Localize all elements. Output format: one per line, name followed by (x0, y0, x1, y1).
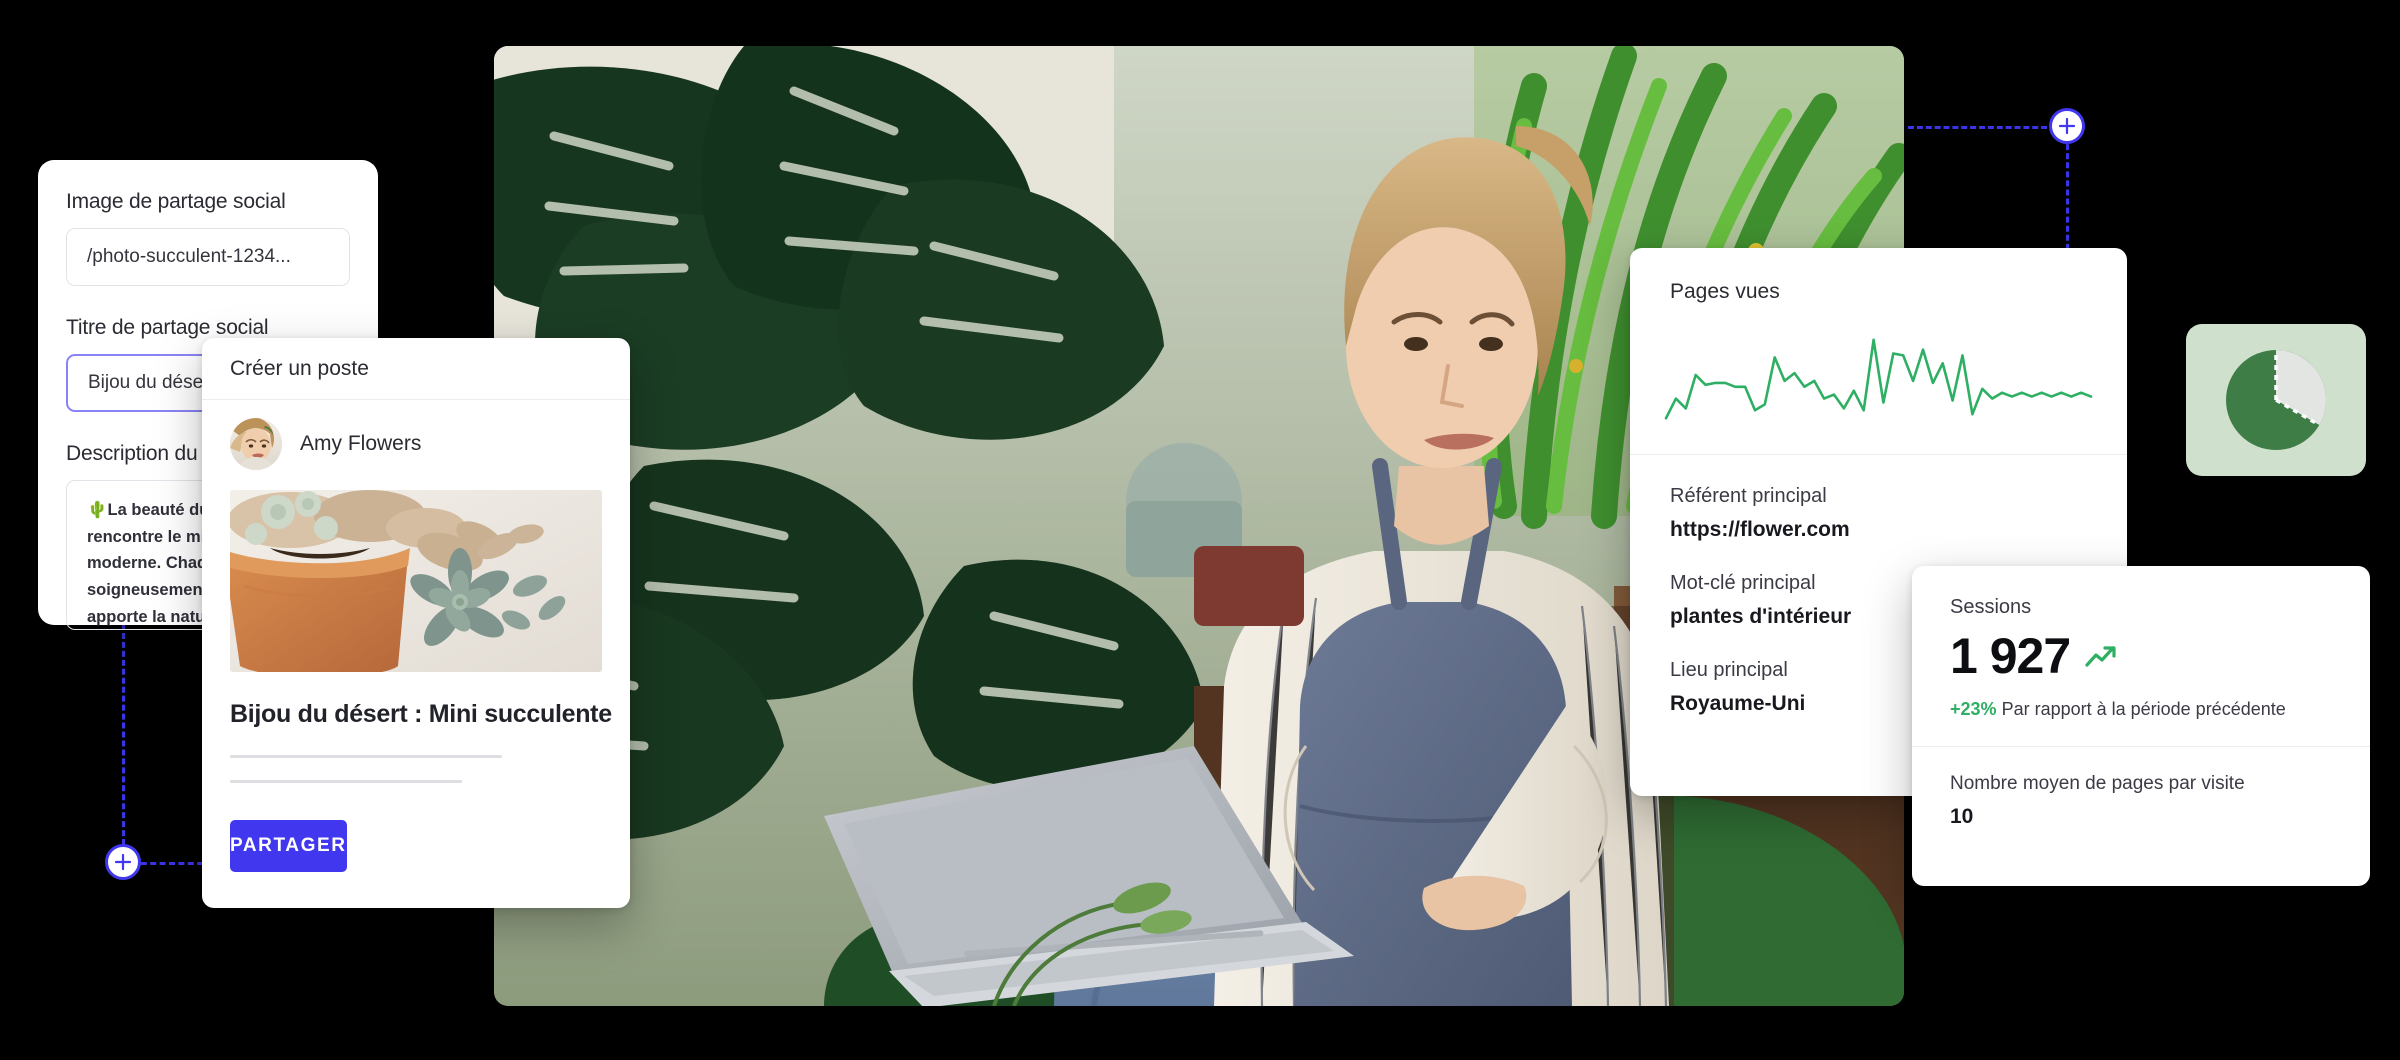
post-photo (230, 490, 602, 672)
avatar (230, 418, 282, 470)
sessions-delta-text: Par rapport à la période précédente (2001, 699, 2286, 719)
avatar-illustration (230, 418, 282, 470)
page-views-title: Pages vues (1670, 280, 1780, 303)
social-title-label: Titre de partage social (66, 316, 269, 339)
sessions-label: Sessions (1950, 596, 2032, 618)
connector-line-left-vertical (122, 624, 125, 854)
metric-label: Référent principal (1670, 485, 1827, 507)
create-post-card: Créer un poste Amy Flowers Bijou du dése… (202, 338, 630, 908)
pie-chart-icon (2226, 350, 2326, 450)
pie-chart-badge (2186, 324, 2366, 476)
post-skeleton-line-1 (230, 755, 502, 758)
plus-icon (114, 853, 132, 871)
post-skeleton-line-2 (230, 780, 462, 783)
sessions-value-row: 1 927 (1912, 619, 2370, 685)
create-post-header: Créer un poste (202, 338, 630, 400)
share-button[interactable]: PARTAGER (230, 820, 347, 872)
metric-referrer: Référent principal https://flower.com (1630, 485, 2127, 542)
add-node-top-right[interactable] (2049, 108, 2085, 144)
sessions-delta-row: +23% Par rapport à la période précédente (1912, 685, 2370, 720)
sparkline-chart (1664, 338, 2093, 420)
avg-pages-label: Nombre moyen de pages par visite (1950, 773, 2245, 794)
sessions-value: 1 927 (1950, 628, 2071, 684)
canvas: Image de partage social /photo-succulent… (0, 0, 2400, 1060)
page-views-sparkline (1660, 322, 2097, 432)
sessions-delta-value: +23% (1950, 699, 1997, 719)
social-image-input[interactable]: /photo-succulent-1234... (66, 228, 350, 286)
connector-line-top-vertical (2066, 126, 2069, 268)
plus-icon (2058, 117, 2076, 135)
post-author-name: Amy Flowers (300, 432, 422, 455)
analytics-divider (1630, 454, 2127, 455)
add-node-bottom-left[interactable] (105, 844, 141, 880)
post-author-row: Amy Flowers (202, 400, 630, 486)
trend-up-icon (2085, 646, 2116, 667)
social-image-label: Image de partage social (66, 190, 286, 213)
connector-line-top (1908, 126, 2056, 129)
post-title: Bijou du désert : Mini succulente (230, 700, 612, 728)
sessions-card: Sessions 1 927 +23% Par rapport à la pér… (1912, 566, 2370, 886)
avg-pages-value: 10 (1950, 805, 1974, 828)
metric-value: https://flower.com (1670, 518, 1850, 541)
succulent-photo-illustration (230, 490, 602, 672)
